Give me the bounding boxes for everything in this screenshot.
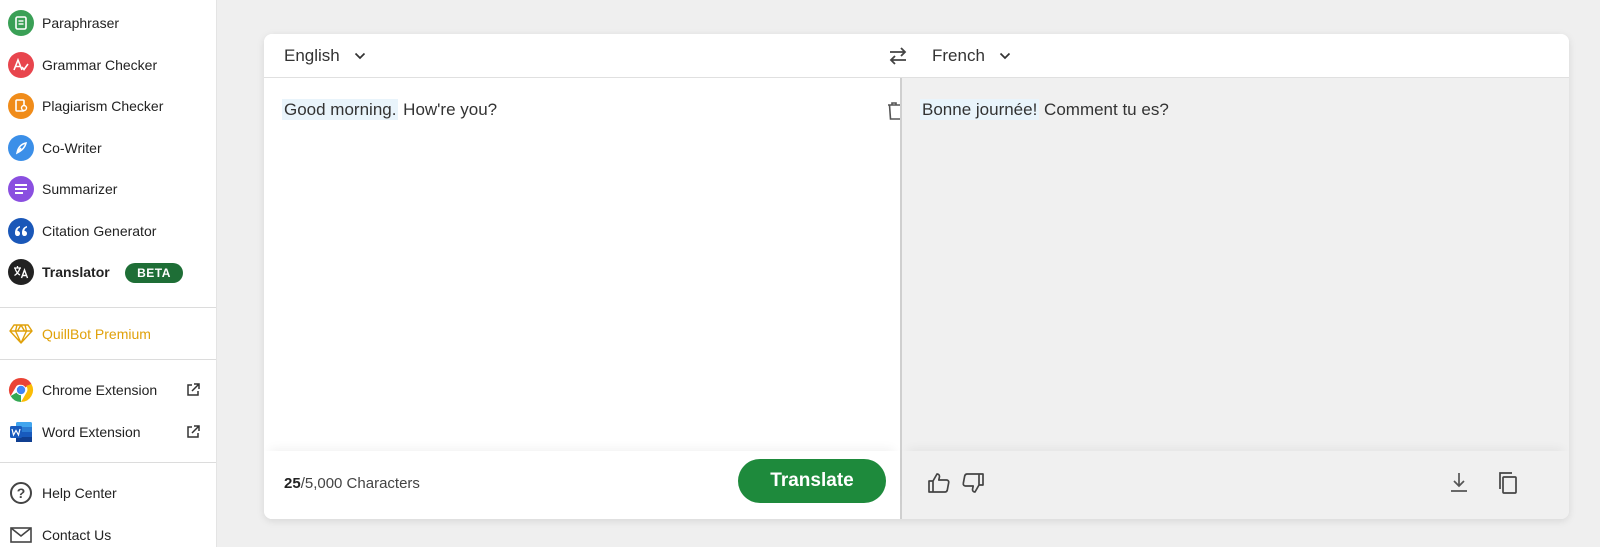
- sidebar-item-label: Grammar Checker: [42, 57, 158, 73]
- source-text-rest: How're you?: [398, 100, 498, 119]
- character-count-current: 25: [284, 475, 301, 492]
- beta-badge: BETA: [125, 263, 183, 283]
- sidebar-item-citation-generator[interactable]: Citation Generator: [0, 214, 216, 248]
- word-icon: [9, 421, 33, 443]
- sidebar-item-grammar-checker[interactable]: Grammar Checker: [0, 48, 216, 82]
- chevron-down-icon: [354, 52, 365, 60]
- download-icon[interactable]: [1446, 470, 1472, 496]
- sidebar-divider: [0, 359, 216, 360]
- sidebar-item-translator[interactable]: Translator BETA: [0, 255, 216, 289]
- grammar-checker-icon: [8, 52, 34, 78]
- sidebar-item-co-writer[interactable]: Co-Writer: [0, 131, 216, 165]
- swap-icon: [889, 47, 907, 65]
- sidebar-item-plagiarism-checker[interactable]: Plagiarism Checker: [0, 89, 216, 123]
- source-text-input[interactable]: Good morning. How're you?: [282, 98, 498, 122]
- source-text-highlight: Good morning.: [282, 99, 399, 120]
- sidebar-item-label: Translator: [42, 264, 110, 280]
- source-language-select[interactable]: English: [284, 44, 366, 68]
- target-language-label: French: [932, 46, 985, 65]
- source-footer: 25/5,000 Characters Translate: [264, 451, 900, 519]
- copy-icon[interactable]: [1495, 470, 1521, 496]
- help-icon: ?: [10, 482, 32, 504]
- target-text-output: Bonne journée! Comment tu es?: [920, 98, 1169, 122]
- external-link-icon: [185, 424, 201, 440]
- sidebar-divider: [0, 462, 216, 463]
- target-text-rest: Comment tu es?: [1039, 100, 1169, 119]
- sidebar-item-label: QuillBot Premium: [42, 326, 151, 342]
- trash-icon[interactable]: [887, 101, 901, 121]
- sidebar-item-label: Chrome Extension: [42, 382, 158, 398]
- character-count-limit: /5,000 Characters: [300, 475, 420, 492]
- sidebar-divider: [0, 307, 216, 308]
- pen-nib-icon: [8, 135, 34, 161]
- sidebar-item-label: Paraphraser: [42, 15, 120, 31]
- target-text-highlight: Bonne journée!: [920, 99, 1040, 120]
- paraphraser-icon: [8, 10, 34, 36]
- sidebar-item-paraphraser[interactable]: Paraphraser: [0, 6, 216, 40]
- thumbs-down-icon[interactable]: [960, 470, 986, 496]
- target-language-select[interactable]: French: [932, 44, 1011, 68]
- swap-languages-button[interactable]: [886, 44, 910, 68]
- sidebar-item-label: Co-Writer: [42, 140, 102, 156]
- sidebar-item-label: Citation Generator: [42, 223, 157, 239]
- sidebar-item-summarizer[interactable]: Summarizer: [0, 172, 216, 206]
- sidebar: Paraphraser Grammar Checker Plagiarism C…: [0, 0, 217, 547]
- character-count: 25/5,000 Characters: [284, 475, 420, 492]
- external-link-icon: [185, 382, 201, 398]
- diamond-icon: [9, 323, 33, 345]
- sidebar-item-label: Word Extension: [42, 424, 141, 440]
- sidebar-item-word-extension[interactable]: Word Extension: [0, 415, 216, 449]
- chrome-icon: [8, 377, 34, 403]
- quote-icon: [8, 218, 34, 244]
- target-footer: [902, 451, 1569, 519]
- summarizer-icon: [8, 176, 34, 202]
- mail-icon: [10, 527, 32, 543]
- translate-button[interactable]: Translate: [738, 459, 886, 503]
- chevron-down-icon: [999, 52, 1011, 60]
- sidebar-item-label: Plagiarism Checker: [42, 98, 164, 114]
- sidebar-item-label: Contact Us: [42, 527, 112, 543]
- sidebar-item-chrome-extension[interactable]: Chrome Extension: [0, 373, 216, 407]
- thumbs-up-icon[interactable]: [926, 470, 952, 496]
- sidebar-item-label: Help Center: [42, 485, 117, 501]
- language-bar: English French: [264, 34, 1569, 78]
- translate-icon: [8, 259, 34, 285]
- plagiarism-checker-icon: [8, 93, 34, 119]
- sidebar-item-label: Summarizer: [42, 181, 118, 197]
- sidebar-item-premium[interactable]: QuillBot Premium: [0, 317, 216, 351]
- sidebar-item-contact-us[interactable]: Contact Us: [0, 518, 216, 547]
- sidebar-item-help-center[interactable]: ? Help Center: [0, 476, 216, 510]
- translator-card: English French Good morning. How're you?…: [264, 34, 1569, 519]
- source-language-label: English: [284, 46, 340, 65]
